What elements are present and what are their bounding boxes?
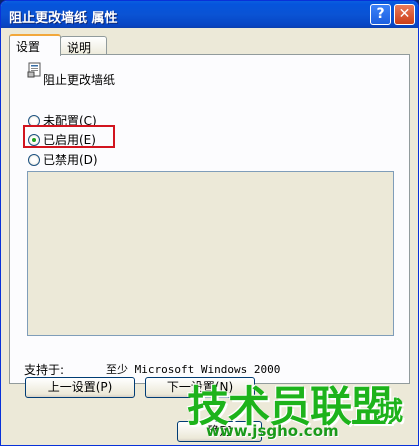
properties-dialog: 阻止更改墙纸 属性 ? ✕ 设置 说明 阻止更改墙纸 未配置(C) 已启用(E)… <box>0 0 419 446</box>
radio-circle[interactable] <box>28 133 40 146</box>
tab-settings[interactable]: 设置 <box>9 34 61 56</box>
radio-label: 已启用(E) <box>43 133 96 147</box>
supported-on-label: 支持于: <box>24 363 65 377</box>
radio-enabled[interactable]: 已启用(E) <box>28 131 96 148</box>
radio-disabled[interactable]: 已禁用(D) <box>28 151 98 168</box>
tab-explain[interactable]: 说明 <box>60 36 107 56</box>
help-button[interactable]: ? <box>370 4 391 25</box>
previous-setting-button[interactable]: 上一设置(P) <box>25 377 135 398</box>
title-bar[interactable]: 阻止更改墙纸 属性 ? ✕ <box>1 1 418 28</box>
radio-label: 已禁用(D) <box>43 153 98 167</box>
close-button[interactable]: ✕ <box>394 4 415 25</box>
options-area[interactable] <box>27 171 394 336</box>
settings-panel: 阻止更改墙纸 未配置(C) 已启用(E) 已禁用(D) 支持于: 至少 Micr… <box>9 54 410 384</box>
window-title: 阻止更改墙纸 属性 <box>9 11 118 26</box>
policy-name: 阻止更改墙纸 <box>43 73 116 87</box>
policy-icon <box>27 62 41 78</box>
watermark-fragment: 城 <box>377 397 403 427</box>
radio-circle[interactable] <box>28 153 40 166</box>
watermark-url: www.jsgho.com <box>206 422 339 440</box>
